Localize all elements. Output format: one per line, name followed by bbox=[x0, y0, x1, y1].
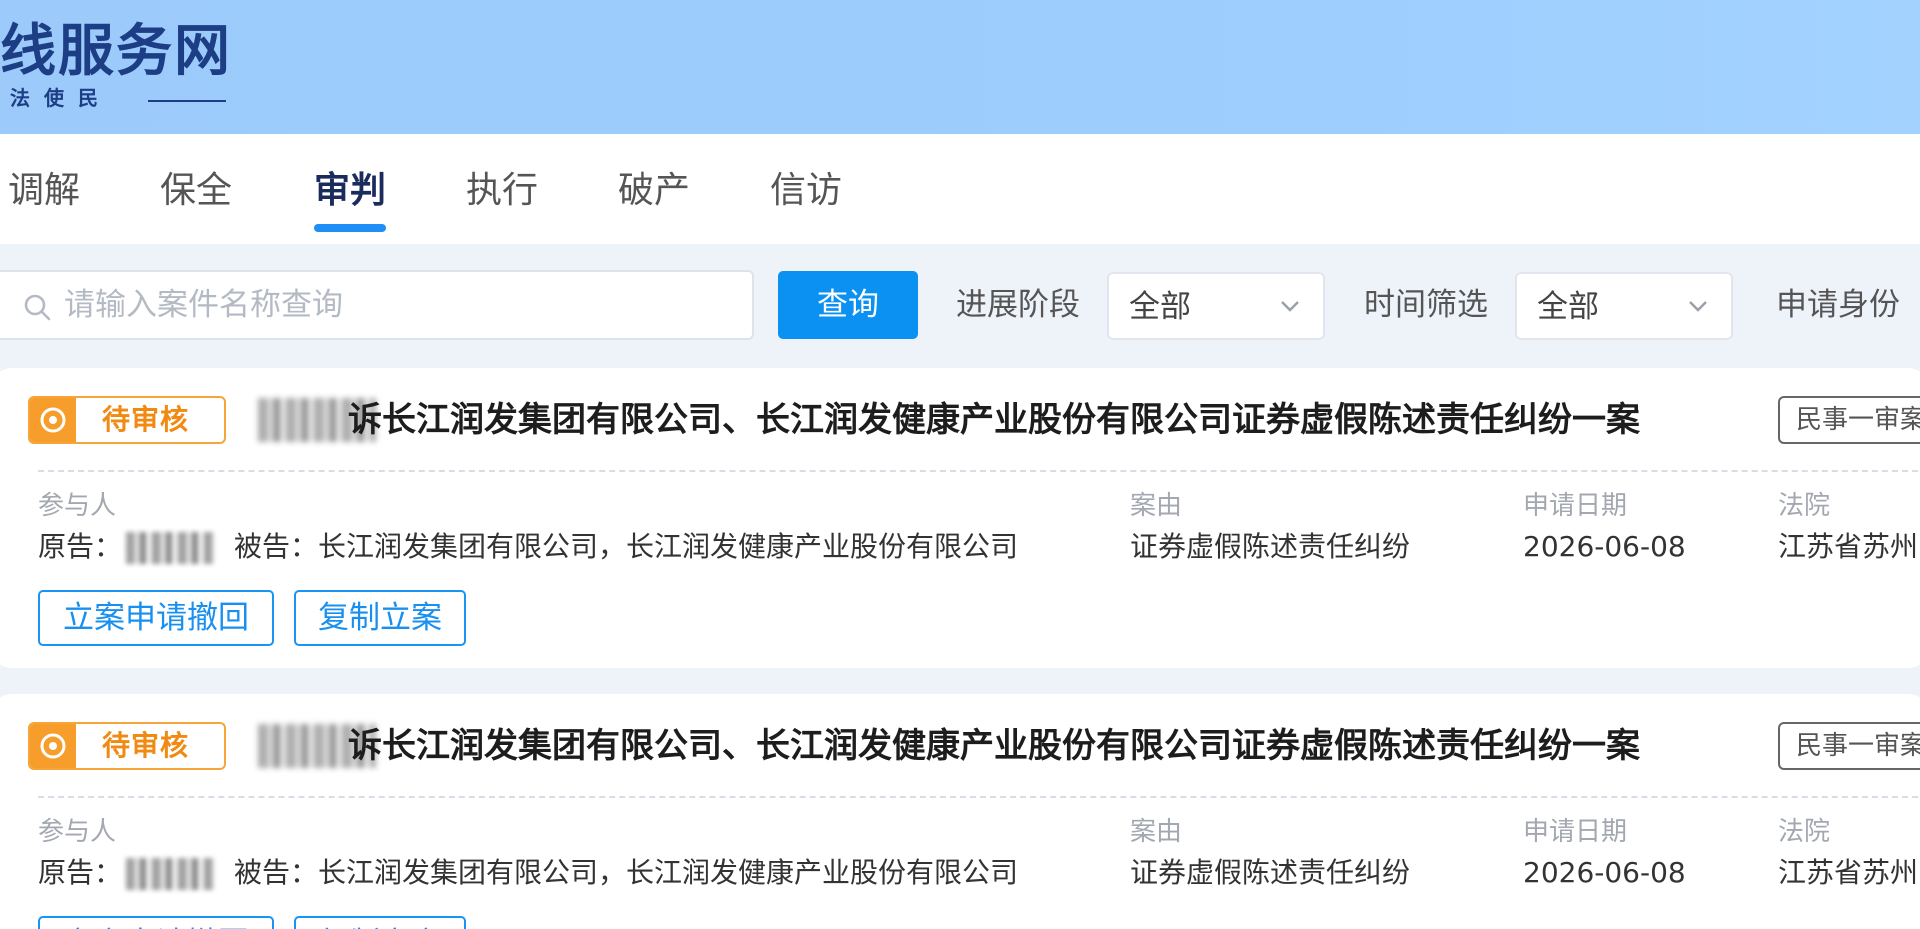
court-value: 江苏省苏州 bbox=[1778, 530, 1919, 563]
clock-icon bbox=[30, 724, 76, 768]
participants-label: 参与人 bbox=[38, 817, 117, 847]
site-header: 线服务网 法使民 bbox=[0, 0, 1920, 134]
case-title[interactable]: 诉长江润发集团有限公司、长江润发健康产业股份有限公司证券虚假陈述责任纠纷一案 bbox=[348, 724, 1640, 768]
logo-divider-line bbox=[148, 100, 226, 102]
stage-select[interactable]: 全部 bbox=[1107, 272, 1325, 340]
participants-label: 参与人 bbox=[38, 491, 117, 521]
date-label: 申请日期 bbox=[1523, 817, 1628, 847]
status-badge: 待审核 bbox=[28, 396, 226, 444]
chevron-down-icon bbox=[1689, 301, 1707, 312]
case-title[interactable]: 诉长江润发集团有限公司、长江润发健康产业股份有限公司证券虚假陈述责任纠纷一案 bbox=[348, 398, 1640, 442]
defendant-text: 被告：长江润发集团有限公司，长江润发健康产业股份有限公司 bbox=[234, 530, 1019, 563]
time-select-value: 全部 bbox=[1537, 289, 1599, 325]
tab-petition[interactable]: 信访 bbox=[770, 164, 842, 218]
divider bbox=[38, 470, 1918, 472]
tab-bankruptcy[interactable]: 破产 bbox=[618, 164, 690, 218]
logo-subtitle: 法使民 bbox=[10, 86, 112, 110]
date-value: 2026-06-08 bbox=[1523, 530, 1686, 563]
copy-filing-button[interactable]: 复制立案 bbox=[294, 590, 466, 646]
case-type-tag: 民事一审案 bbox=[1778, 396, 1920, 444]
cause-value: 证券虚假陈述责任纠纷 bbox=[1130, 530, 1411, 563]
court-label: 法院 bbox=[1778, 491, 1831, 521]
tab-mediation[interactable]: 调解 bbox=[8, 164, 80, 218]
cause-label: 案由 bbox=[1130, 491, 1183, 521]
case-card: 待审核 诉长江润发集团有限公司、长江润发健康产业股份有限公司证券虚假陈述责任纠纷… bbox=[0, 694, 1920, 929]
chevron-down-icon bbox=[1281, 301, 1299, 312]
date-label: 申请日期 bbox=[1523, 491, 1628, 521]
stage-filter-label: 进展阶段 bbox=[956, 287, 1080, 323]
status-text: 待审核 bbox=[102, 403, 190, 436]
tab-bar: 调解 保全 审判 执行 破产 信访 bbox=[0, 134, 1920, 244]
case-type-tag: 民事一审案 bbox=[1778, 722, 1920, 770]
plaintiff-label: 原告： bbox=[38, 856, 123, 889]
active-tab-indicator bbox=[314, 224, 386, 232]
date-value: 2026-06-08 bbox=[1523, 856, 1686, 889]
court-label: 法院 bbox=[1778, 817, 1831, 847]
court-value: 江苏省苏州 bbox=[1778, 856, 1919, 889]
time-select[interactable]: 全部 bbox=[1515, 272, 1733, 340]
defendant-text: 被告：长江润发集团有限公司，长江润发健康产业股份有限公司 bbox=[234, 856, 1019, 889]
tab-trial[interactable]: 审判 bbox=[314, 164, 386, 218]
cause-value: 证券虚假陈述责任纠纷 bbox=[1130, 856, 1411, 889]
redacted-plaintiff bbox=[126, 532, 214, 564]
search-icon bbox=[24, 294, 51, 321]
logo-title: 线服务网 bbox=[0, 19, 232, 84]
withdraw-filing-button[interactable]: 立案申请撤回 bbox=[38, 916, 274, 929]
identity-filter-label: 申请身份 bbox=[1776, 287, 1900, 323]
time-filter-label: 时间筛选 bbox=[1364, 287, 1488, 323]
divider bbox=[38, 796, 1918, 798]
status-text: 待审核 bbox=[102, 729, 190, 762]
search-input[interactable] bbox=[64, 280, 724, 330]
redacted-plaintiff bbox=[126, 858, 214, 890]
stage-select-value: 全部 bbox=[1129, 289, 1191, 325]
query-button[interactable]: 查询 bbox=[778, 271, 918, 339]
withdraw-filing-button[interactable]: 立案申请撤回 bbox=[38, 590, 274, 646]
copy-filing-button[interactable]: 复制立案 bbox=[294, 916, 466, 929]
tab-preservation[interactable]: 保全 bbox=[160, 164, 232, 218]
plaintiff-label: 原告： bbox=[38, 530, 123, 563]
search-box bbox=[0, 270, 754, 340]
case-card: 待审核 诉长江润发集团有限公司、长江润发健康产业股份有限公司证券虚假陈述责任纠纷… bbox=[0, 368, 1920, 668]
cause-label: 案由 bbox=[1130, 817, 1183, 847]
status-badge: 待审核 bbox=[28, 722, 226, 770]
clock-icon bbox=[30, 398, 76, 442]
tab-execution[interactable]: 执行 bbox=[466, 164, 538, 218]
